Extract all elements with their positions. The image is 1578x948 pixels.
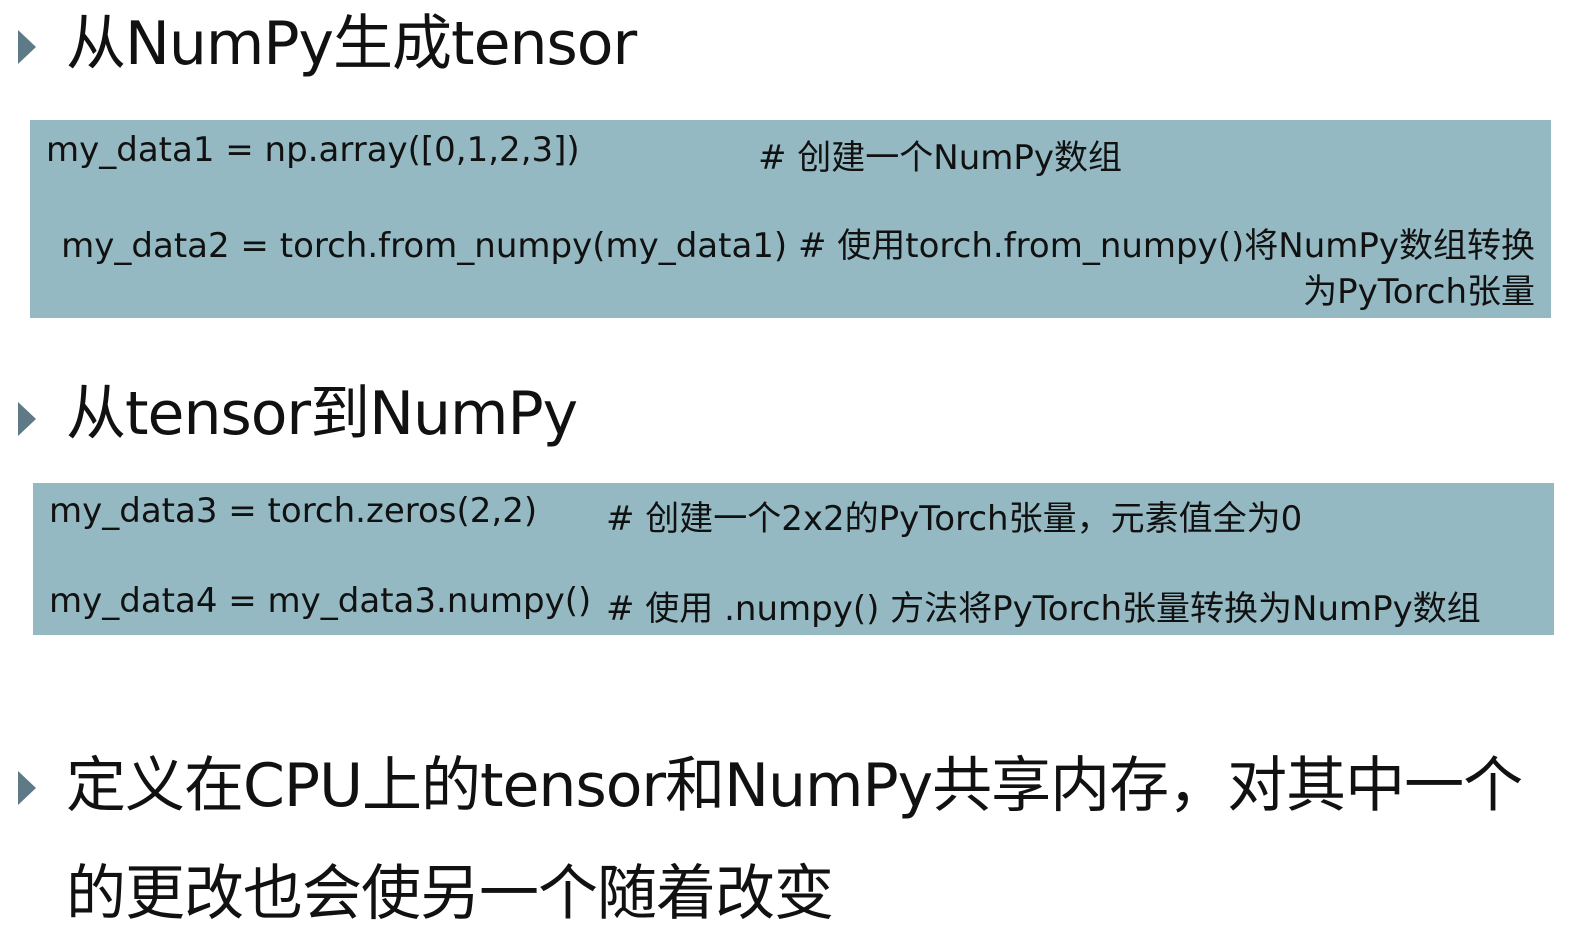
shared-memory-note-line-2: 的更改也会使另一个随着改变: [66, 859, 834, 929]
code-line-3: my_data3 = torch.zeros(2,2): [49, 491, 538, 531]
code-comment-4: # 使用 .numpy() 方法将PyTorch张量转换为NumPy数组: [606, 589, 1481, 629]
code-block-numpy-to-tensor: my_data1 = np.array([0,1,2,3]) # 创建一个Num…: [30, 120, 1551, 318]
code-line-4: my_data4 = my_data3.numpy(): [49, 581, 592, 621]
code-comment-3: # 创建一个2x2的PyTorch张量，元素值全为0: [606, 499, 1303, 539]
code-line-2-continuation: 为PyTorch张量: [1303, 272, 1535, 312]
bullet-icon: [18, 30, 36, 64]
code-comment-1: # 创建一个NumPy数组: [758, 138, 1123, 178]
bullet-icon: [18, 771, 36, 805]
code-line-2: my_data2 = torch.from_numpy(my_data1) # …: [61, 226, 1535, 266]
shared-memory-note-line-1: 定义在CPU上的tensor和NumPy共享内存，对其中一个: [66, 751, 1523, 821]
section-heading-tensor-to-numpy: 从tensor到NumPy: [66, 379, 578, 449]
code-line-1: my_data1 = np.array([0,1,2,3]): [46, 130, 580, 170]
code-block-tensor-to-numpy: my_data3 = torch.zeros(2,2) # 创建一个2x2的Py…: [33, 483, 1554, 635]
bullet-icon: [18, 402, 36, 436]
section-heading-numpy-to-tensor: 从NumPy生成tensor: [66, 9, 637, 79]
